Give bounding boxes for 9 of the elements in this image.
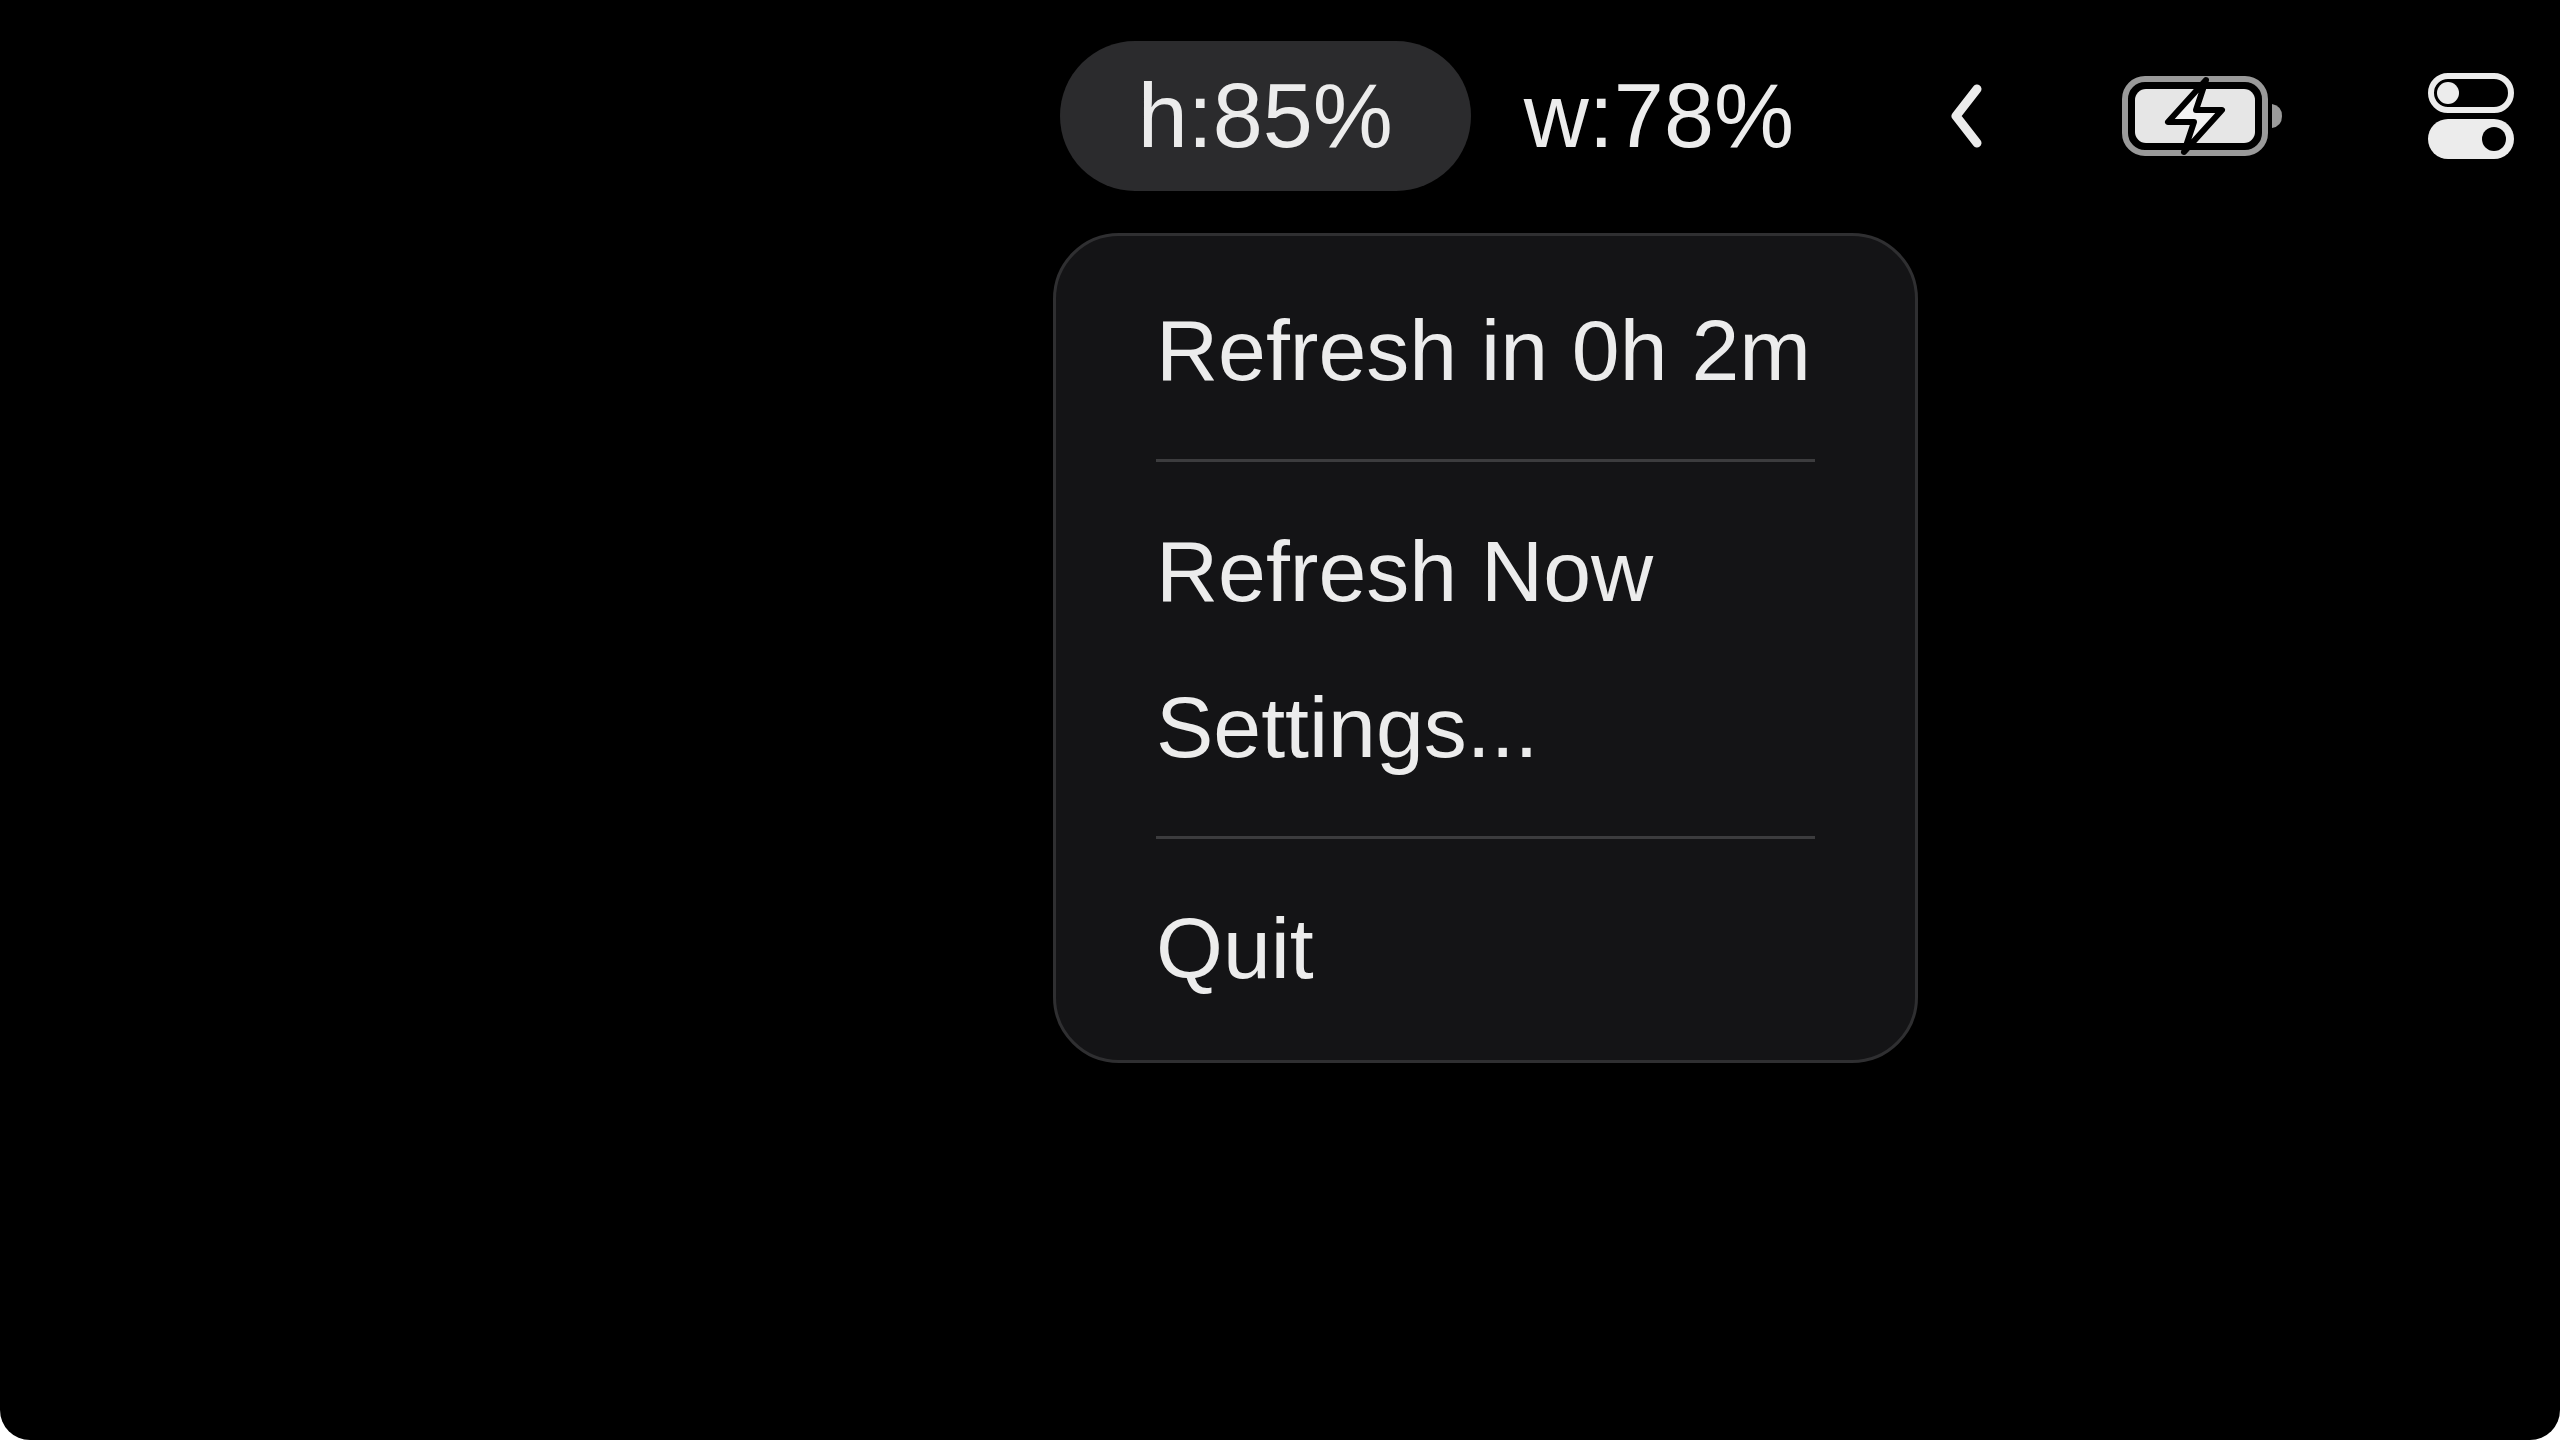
toggle-switches-icon[interactable] [2428,73,2514,159]
menu-item[interactable]: Settings... [1156,677,1539,777]
battery-charging-icon[interactable] [2122,76,2284,156]
menu-bar-item[interactable]: w:78% [1519,41,1798,191]
chevron-left-icon[interactable] [1948,83,1984,149]
menu-item[interactable]: Quit [1156,898,1314,998]
menu-bar-item[interactable]: h:85% [1059,41,1471,191]
menu-item[interactable]: Refresh Now [1156,521,1654,621]
menu-item[interactable]: Refresh in 0h 2m [1156,300,1811,400]
